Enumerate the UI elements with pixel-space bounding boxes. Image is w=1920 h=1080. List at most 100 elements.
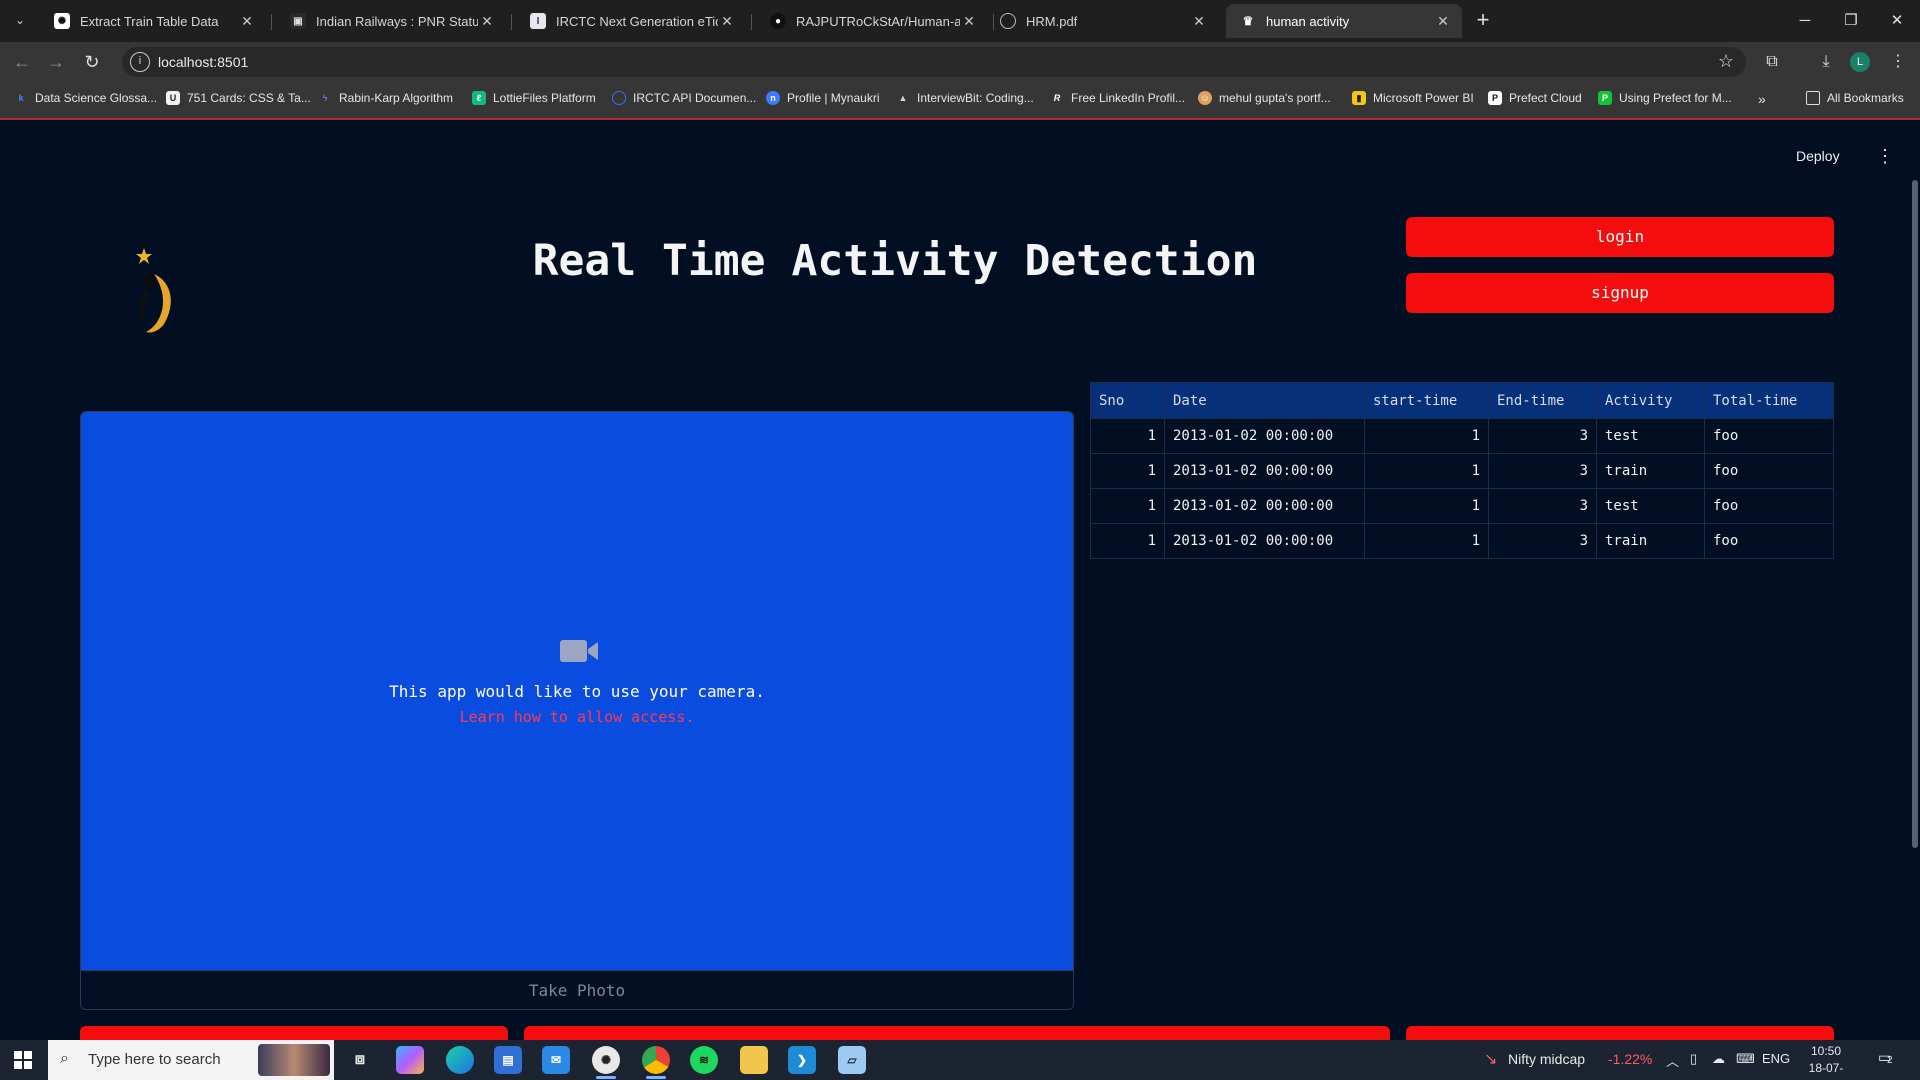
more-bookmarks-icon[interactable]: » [1758, 91, 1766, 107]
tab-extract-train-table[interactable]: ✺ Extract Train Table Data ✕ [40, 4, 266, 38]
table-cell[interactable]: test [1596, 488, 1705, 524]
bookmark-item[interactable]: P Using Prefect for M... [1598, 91, 1732, 105]
forward-icon[interactable]: → [42, 48, 70, 76]
table-cell[interactable]: foo [1704, 453, 1834, 489]
tab-hrm-pdf[interactable]: HRM.pdf ✕ [986, 4, 1218, 38]
close-tab-icon[interactable]: ✕ [1434, 13, 1452, 30]
notes-app-icon[interactable]: ▱ [838, 1046, 866, 1074]
market-label[interactable]: Nifty midcap [1508, 1051, 1585, 1067]
login-button[interactable]: login [1406, 217, 1834, 257]
back-icon[interactable]: ← [8, 48, 36, 76]
bookmark-item[interactable]: n Profile | Mynaukri [766, 91, 879, 105]
app-menu-icon[interactable]: ⋮ [1876, 146, 1894, 167]
chatgpt-icon[interactable]: ✺ [592, 1046, 620, 1079]
bookmark-item[interactable]: ▲ InterviewBit: Coding... [896, 91, 1034, 105]
network-icon[interactable]: ⌨ [1736, 1051, 1755, 1067]
signup-button[interactable]: signup [1406, 273, 1834, 313]
table-cell[interactable]: 1 [1364, 523, 1489, 559]
chrome-icon[interactable] [642, 1046, 670, 1079]
table-cell[interactable]: train [1596, 453, 1705, 489]
file-explorer-icon[interactable] [740, 1046, 768, 1074]
copilot-icon[interactable] [396, 1046, 424, 1074]
table-cell[interactable]: 1 [1090, 523, 1165, 559]
table-cell[interactable]: 1 [1090, 453, 1165, 489]
table-cell[interactable]: 2013-01-02 00:00:00 [1164, 418, 1365, 454]
table-cell[interactable]: foo [1704, 418, 1834, 454]
allow-access-link[interactable]: Learn how to allow access. [81, 708, 1073, 726]
bookmark-item[interactable]: ℓ LottieFiles Platform [472, 91, 596, 105]
edge-icon[interactable] [446, 1046, 474, 1074]
table-cell[interactable]: 3 [1488, 418, 1597, 454]
table-cell[interactable]: 1 [1364, 418, 1489, 454]
profile-avatar[interactable]: L [1850, 52, 1870, 72]
bookmark-item[interactable]: U 751 Cards: CSS & Ta... [166, 91, 311, 105]
site-info-icon[interactable]: i [130, 52, 150, 72]
tab-pnr-status[interactable]: ▣ Indian Railways : PNR Status ✕ [276, 4, 506, 38]
tab-github-repo[interactable]: ● RAJPUTRoCkStAr/Human-activi ✕ [756, 4, 988, 38]
browser-menu-icon[interactable]: ⋮ [1884, 48, 1912, 76]
bottom-red-button-middle[interactable] [524, 1026, 1390, 1040]
table-cell[interactable]: 1 [1364, 453, 1489, 489]
windows-start-icon[interactable] [14, 1051, 32, 1069]
bookmark-item[interactable]: ☺ mehul gupta's portf... [1198, 91, 1331, 105]
notification-icon[interactable]: ▭ 2 [1878, 1049, 1900, 1071]
vscode-icon[interactable]: ❯ [788, 1046, 816, 1074]
column-header[interactable]: Activity [1596, 382, 1705, 419]
table-cell[interactable]: 1 [1090, 418, 1165, 454]
clock[interactable]: 10:50 18-07-2024 [1796, 1043, 1856, 1080]
table-cell[interactable]: 2013-01-02 00:00:00 [1164, 453, 1365, 489]
mail-icon[interactable]: ✉ [542, 1046, 570, 1074]
tab-human-activity[interactable]: ♛ human activity ✕ [1226, 4, 1462, 38]
bookmark-item[interactable]: IRCTC API Documen... [612, 91, 756, 105]
column-header[interactable]: Total-time [1704, 382, 1834, 419]
table-cell[interactable]: train [1596, 523, 1705, 559]
bookmark-item[interactable]: R Free LinkedIn Profil... [1050, 91, 1185, 105]
column-header[interactable]: End-time [1488, 382, 1597, 419]
download-icon[interactable]: ⤓ [1812, 48, 1840, 76]
bookmark-item[interactable]: k Data Science Glossa... [14, 91, 157, 105]
bottom-red-button-right[interactable] [1406, 1026, 1834, 1040]
close-tab-icon[interactable]: ✕ [960, 13, 978, 30]
device-icon[interactable]: ▯ [1690, 1051, 1697, 1067]
url-text[interactable]: localhost:8501 [158, 54, 248, 70]
task-view-icon[interactable]: ⧈ [346, 1046, 374, 1074]
close-tab-icon[interactable]: ✕ [718, 13, 736, 30]
address-bar[interactable]: i localhost:8501 ☆ [122, 47, 1746, 77]
bookmark-item[interactable]: ▮ Microsoft Power BI [1352, 91, 1474, 105]
spotify-icon[interactable]: ≋ [690, 1046, 718, 1074]
minimize-icon[interactable]: ─ [1782, 6, 1828, 36]
column-header[interactable]: Date [1164, 382, 1365, 419]
taskbar-search-box[interactable]: ⌕ Type here to search [48, 1040, 334, 1080]
table-cell[interactable]: 1 [1090, 488, 1165, 524]
take-photo-button[interactable]: Take Photo [81, 970, 1073, 1009]
tab-irctc[interactable]: I IRCTC Next Generation eTicketi ✕ [516, 4, 746, 38]
table-cell[interactable]: 3 [1488, 523, 1597, 559]
reload-icon[interactable]: ↻ [78, 48, 106, 76]
table-cell[interactable]: 2013-01-02 00:00:00 [1164, 488, 1365, 524]
language-indicator[interactable]: ENG [1762, 1051, 1790, 1066]
table-cell[interactable]: test [1596, 418, 1705, 454]
restore-icon[interactable]: ❐ [1828, 6, 1874, 36]
new-tab-button[interactable]: + [1470, 8, 1496, 34]
tab-search-button[interactable]: ⌄ [6, 8, 34, 32]
market-change[interactable]: -1.22% [1608, 1051, 1652, 1067]
bookmark-star-icon[interactable]: ☆ [1718, 51, 1734, 72]
bookmark-item[interactable]: ϟ Rabin-Karp Algorithm [318, 91, 453, 105]
onedrive-icon[interactable]: ☁ [1712, 1051, 1725, 1067]
close-tab-icon[interactable]: ✕ [238, 13, 256, 30]
page-scrollbar[interactable] [1912, 180, 1918, 848]
close-tab-icon[interactable]: ✕ [1190, 13, 1208, 30]
close-window-icon[interactable]: ✕ [1874, 6, 1920, 36]
table-cell[interactable]: 1 [1364, 488, 1489, 524]
bottom-red-button-left[interactable] [80, 1026, 508, 1040]
store-icon[interactable]: ▤ [494, 1046, 522, 1074]
column-header[interactable]: start-time [1364, 382, 1489, 419]
table-cell[interactable]: foo [1704, 523, 1834, 559]
table-cell[interactable]: 3 [1488, 488, 1597, 524]
all-bookmarks[interactable]: All Bookmarks [1806, 91, 1904, 105]
column-header[interactable]: Sno [1090, 382, 1165, 419]
bookmark-item[interactable]: P Prefect Cloud [1488, 91, 1582, 105]
table-cell[interactable]: foo [1704, 488, 1834, 524]
deploy-button[interactable]: Deploy [1796, 148, 1840, 164]
close-tab-icon[interactable]: ✕ [478, 13, 496, 30]
